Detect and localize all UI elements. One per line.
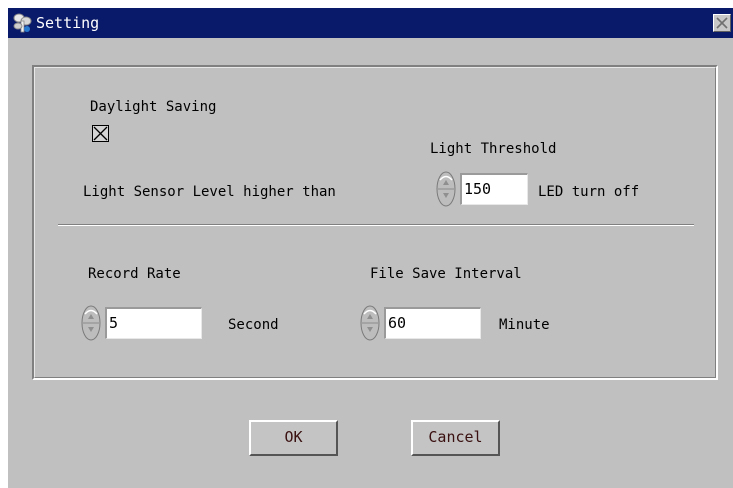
ok-button[interactable]: OK: [249, 420, 338, 456]
window-title: Setting: [36, 14, 100, 32]
record-rate-label: Record Rate: [88, 266, 181, 282]
file-save-interval-label: File Save Interval: [370, 266, 522, 282]
settings-app-icon: [12, 12, 32, 34]
record-rate-unit: Second: [228, 317, 279, 333]
daylight-saving-label: Daylight Saving: [90, 99, 217, 115]
section-divider: [58, 224, 694, 226]
file-save-interval-spinner[interactable]: [360, 305, 380, 341]
check-mark-icon: [93, 126, 108, 141]
light-threshold-label: Light Threshold: [430, 141, 557, 157]
close-icon: [716, 17, 728, 29]
light-sensor-level-label: Light Sensor Level higher than: [83, 184, 336, 200]
settings-dialog: Setting Daylight Saving Light Threshold …: [8, 8, 733, 488]
close-button[interactable]: [713, 14, 731, 32]
light-threshold-field[interactable]: 150: [460, 173, 528, 205]
file-save-interval-unit: Minute: [499, 317, 550, 333]
daylight-saving-checkbox[interactable]: [92, 125, 109, 142]
record-rate-spinner[interactable]: [81, 305, 101, 341]
settings-panel: Daylight Saving Light Threshold Light Se…: [32, 65, 718, 380]
title-bar[interactable]: Setting: [8, 8, 733, 38]
led-turn-off-label: LED turn off: [538, 184, 640, 200]
light-threshold-spinner[interactable]: [436, 171, 456, 207]
cancel-button[interactable]: Cancel: [411, 420, 500, 456]
record-rate-field[interactable]: 5: [105, 307, 202, 339]
file-save-interval-field[interactable]: 60: [384, 307, 481, 339]
